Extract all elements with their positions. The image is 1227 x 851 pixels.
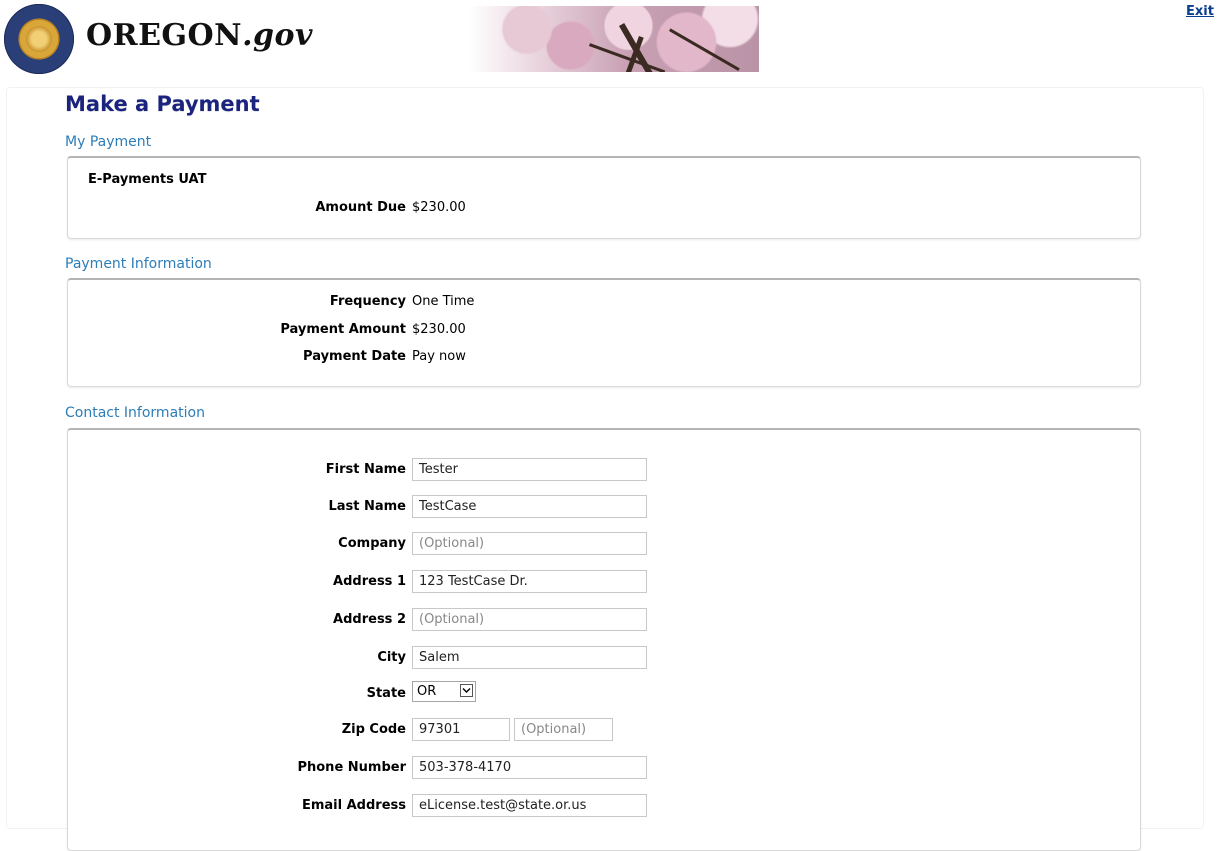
page-title: Make a Payment [65,92,260,116]
exit-link[interactable]: Exit [1186,4,1214,19]
cherry-blossom-banner [469,6,759,72]
first-name-label: First Name [325,462,406,477]
email-address-field[interactable]: eLicense.test@state.or.us [412,794,647,817]
oregon-seal-logo [4,4,74,74]
state-select-value: OR [417,684,437,699]
zip-extension-field[interactable]: (Optional) [514,718,613,741]
amount-due-value: $230.00 [412,200,466,215]
zip-code-field[interactable]: 97301 [412,718,510,741]
email-address-label: Email Address [301,798,406,813]
section-title-my-payment: My Payment [65,134,152,150]
address2-label: Address 2 [333,612,406,627]
frequency-label: Frequency [329,294,406,309]
company-label: Company [338,536,406,551]
phone-number-field[interactable]: 503-378-4170 [412,756,647,779]
state-select[interactable]: OR [412,681,476,702]
city-field[interactable]: Salem [412,646,647,669]
chevron-down-icon[interactable] [460,684,473,697]
zip-code-label: Zip Code [341,722,406,737]
service-name: E-Payments UAT [88,172,207,187]
oregon-gov-logo[interactable]: OREGON.gov [86,18,313,53]
state-label: State [366,686,406,701]
my-payment-box: E-Payments UAT Amount Due $230.00 [67,156,1141,239]
address1-label: Address 1 [333,574,406,589]
first-name-field[interactable]: Tester [412,458,647,481]
frequency-value: One Time [412,294,475,309]
payment-date-label: Payment Date [303,349,406,364]
city-label: City [377,650,406,665]
address2-field[interactable]: (Optional) [412,608,647,631]
last-name-field[interactable]: TestCase [412,495,647,518]
payment-date-value: Pay now [412,349,466,364]
phone-number-label: Phone Number [297,760,406,775]
company-field[interactable]: (Optional) [412,532,647,555]
site-header: OREGON.gov Exit [0,0,1227,80]
payment-information-box: Frequency One Time Payment Amount $230.0… [67,278,1141,387]
payment-amount-label: Payment Amount [280,322,406,337]
contact-information-box: First Name Tester Last Name TestCase Com… [67,428,1141,851]
amount-due-label: Amount Due [315,200,406,215]
section-title-payment-information: Payment Information [65,256,212,272]
last-name-label: Last Name [328,499,406,514]
section-title-contact-information: Contact Information [65,405,205,421]
payment-panel: Make a Payment My Payment E-Payments UAT… [6,87,1204,851]
address1-field[interactable]: 123 TestCase Dr. [412,570,647,593]
payment-amount-value: $230.00 [412,322,466,337]
